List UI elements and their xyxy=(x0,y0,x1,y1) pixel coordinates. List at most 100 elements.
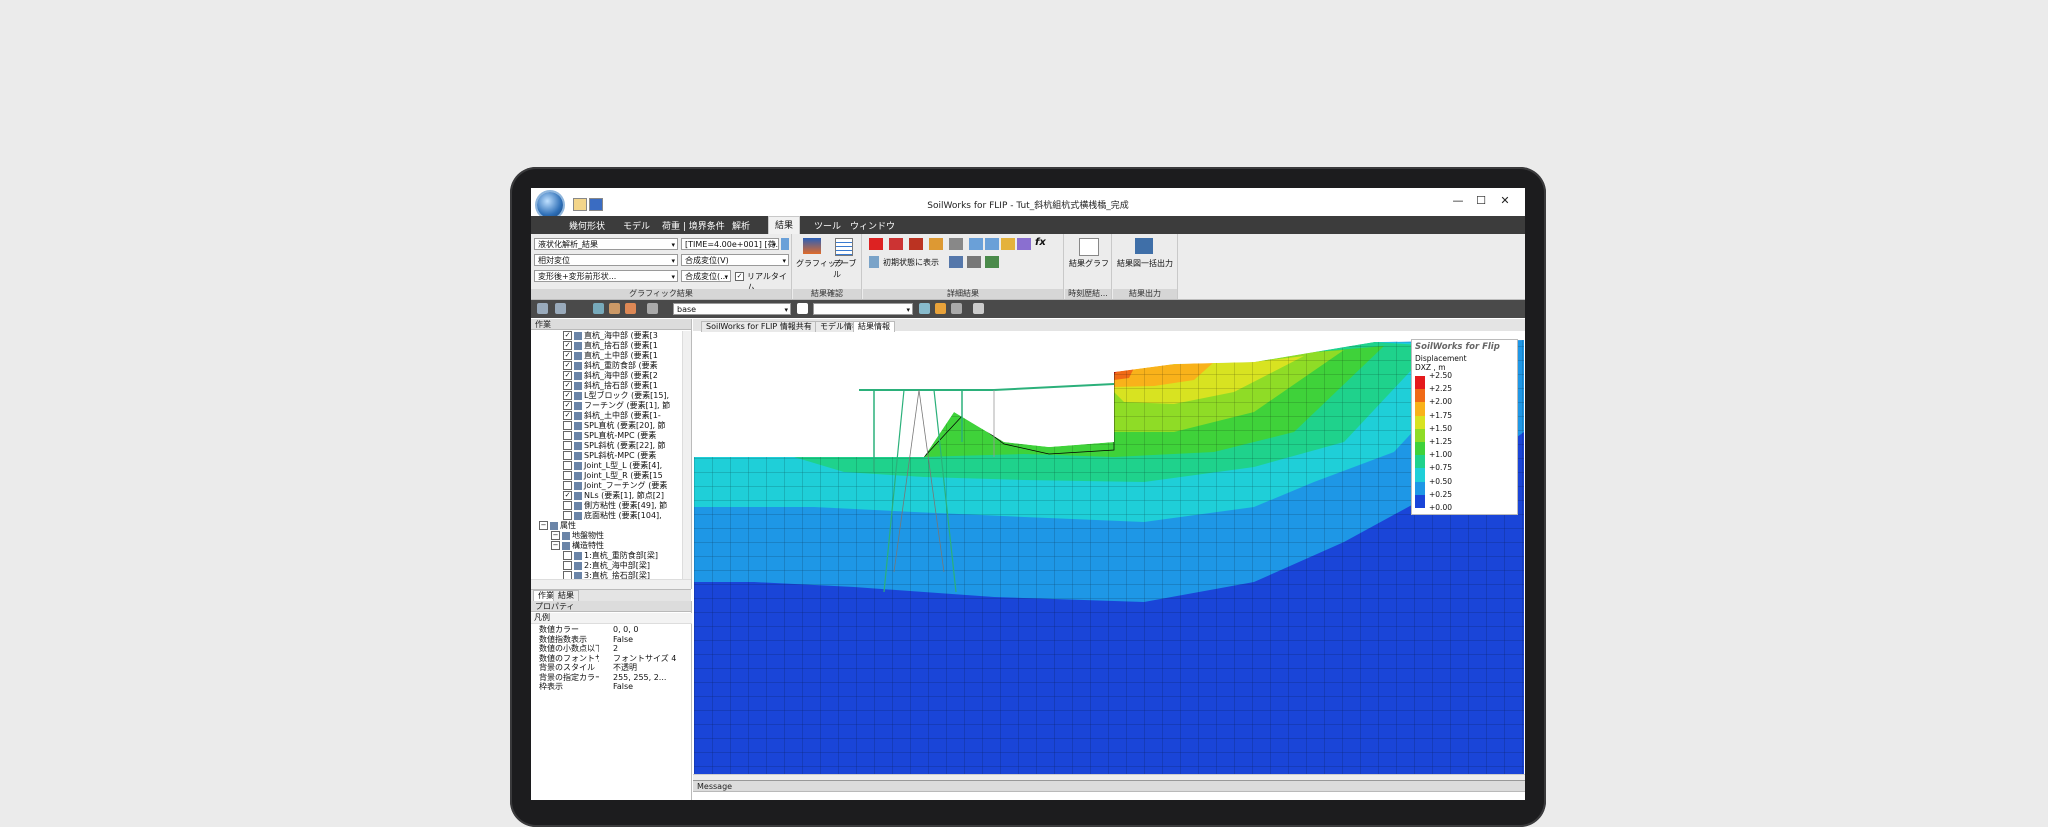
expand-icon[interactable]: − xyxy=(539,521,548,530)
contour-icon[interactable] xyxy=(869,238,883,250)
tree-item-checkbox[interactable]: ✓ xyxy=(563,491,572,500)
property-row[interactable]: 背景のスタイル 不透明 xyxy=(531,663,686,672)
properties-category[interactable]: 凡例 xyxy=(531,613,692,624)
property-value[interactable]: 2 xyxy=(613,644,689,653)
graphic-icon[interactable] xyxy=(803,238,821,254)
menu-load-boundary[interactable]: 荷重 | 境界条件 xyxy=(662,219,725,232)
tree-item[interactable]: − 地盤物性 xyxy=(551,531,604,541)
stress-icon[interactable] xyxy=(929,238,943,250)
tree-item[interactable]: SPL直杭 (要素[20], 節 xyxy=(563,421,666,431)
property-value[interactable]: False xyxy=(613,682,689,691)
analysis-case-select[interactable]: 液状化解析_結果 xyxy=(534,238,678,250)
expand-icon[interactable]: − xyxy=(551,531,560,540)
menu-analysis[interactable]: 解析 xyxy=(732,219,750,232)
section-icon[interactable] xyxy=(949,238,963,250)
tree-item-checkbox[interactable]: ✓ xyxy=(563,331,572,340)
tree-item-checkbox[interactable]: ✓ xyxy=(563,411,572,420)
tree-item[interactable]: ✓ 斜杭_土中部 (要素[1- xyxy=(563,411,661,421)
table-button[interactable]: テーブル xyxy=(833,258,861,280)
vector-icon[interactable] xyxy=(889,238,903,250)
tree-item-checkbox[interactable] xyxy=(563,501,572,510)
time-step-select[interactable]: [TIME=4.00e+001] [荷... xyxy=(681,238,779,250)
tree-item[interactable]: ✓ 斜杭_捨石部 (要素[1 xyxy=(563,381,658,391)
menu-geometry[interactable]: 幾何形状 xyxy=(569,219,605,232)
menu-results[interactable]: 結果 xyxy=(768,216,801,235)
filter-icon[interactable] xyxy=(609,303,620,314)
function-icon[interactable]: fx xyxy=(1035,237,1046,248)
tree-item[interactable]: ✓ L型ブロック (要素[15], xyxy=(563,391,669,401)
expand-icon[interactable]: − xyxy=(551,541,560,550)
tree-item-checkbox[interactable]: ✓ xyxy=(563,391,572,400)
tree-item-checkbox[interactable] xyxy=(563,441,572,450)
view-settings-icon[interactable] xyxy=(797,303,808,314)
close-button[interactable]: ✕ xyxy=(1496,194,1514,208)
tree-item[interactable]: ✓ NLs (要素[1], 節点[2] xyxy=(563,491,664,501)
tree-item[interactable]: ✓ 斜杭_海中部 (要素[2 xyxy=(563,371,658,381)
property-value[interactable]: False xyxy=(613,635,689,644)
result-viewport[interactable]: SoilWorks for Flip Displacement DXZ , m … xyxy=(694,332,1524,774)
menu-model[interactable]: モデル xyxy=(623,219,650,232)
property-row[interactable]: 数値の小数点以下 2 xyxy=(531,644,686,653)
tree-item[interactable]: SPL直杭-MPC (要素 xyxy=(563,431,656,441)
property-row[interactable]: 数値のフォントサイズ フォントサイズ 4 xyxy=(531,654,686,663)
tree-item-checkbox[interactable]: ✓ xyxy=(563,381,572,390)
table-icon[interactable] xyxy=(835,238,853,256)
tree-item[interactable]: 2:直杭_海中部[梁] xyxy=(563,561,650,571)
component2-select[interactable]: 合成変位(... xyxy=(681,270,731,282)
tree-hscrollbar[interactable] xyxy=(531,579,691,589)
menu-window[interactable]: ウィンドウ xyxy=(850,219,895,232)
export-icon[interactable] xyxy=(985,256,999,268)
tree-item[interactable]: SPL斜杭-MPC (要素 xyxy=(563,451,656,461)
tree-item-checkbox[interactable] xyxy=(563,561,572,570)
tree-item[interactable]: ✓ 斜杭_重防食部 (要素 xyxy=(563,361,658,371)
menu-tools[interactable]: ツール xyxy=(814,219,841,232)
tree-item[interactable]: − 属性 xyxy=(539,521,576,531)
select-icon[interactable] xyxy=(593,303,604,314)
tree-item-checkbox[interactable] xyxy=(563,471,572,480)
tree-item-checkbox[interactable]: ✓ xyxy=(563,351,572,360)
graph-icon[interactable] xyxy=(1017,238,1031,250)
tree-item[interactable]: Joint_フーチング (要素 xyxy=(563,481,667,491)
tree-item[interactable]: SPL斜杭 (要素[22], 節 xyxy=(563,441,666,451)
minimize-button[interactable]: — xyxy=(1449,194,1467,208)
tree-item-checkbox[interactable]: ✓ xyxy=(563,401,572,410)
tree-item[interactable]: Joint_L型_L (要素[4], xyxy=(563,461,662,471)
shape-display-select[interactable]: 変形後+変形前形状... xyxy=(534,270,678,282)
display-icon[interactable] xyxy=(625,303,636,314)
probe-icon[interactable] xyxy=(1001,238,1015,250)
initial-state-icon[interactable] xyxy=(869,256,879,268)
capture-icon[interactable] xyxy=(949,256,963,268)
refresh-icon[interactable] xyxy=(973,303,984,314)
print-icon[interactable] xyxy=(967,256,981,268)
tree-item-checkbox[interactable] xyxy=(563,481,572,490)
result-type-select[interactable]: 相対変位 xyxy=(534,254,678,266)
tree-item[interactable]: ✓ 直杭_土中部 (要素[1 xyxy=(563,351,658,361)
realtime-checkbox[interactable]: ✓ xyxy=(735,272,744,281)
tree-item[interactable]: − 構造特性 xyxy=(551,541,604,551)
property-value[interactable]: 255, 255, 2... xyxy=(613,673,689,682)
property-row[interactable]: 背景の指定カラー 255, 255, 2... xyxy=(531,673,686,682)
property-value[interactable]: 不透明 xyxy=(613,663,689,672)
component-select[interactable]: 合成変位(V) xyxy=(681,254,789,266)
bulk-output-icon[interactable] xyxy=(1135,238,1153,254)
tree-item-checkbox[interactable]: ✓ xyxy=(563,341,572,350)
tree-item-checkbox[interactable]: ✓ xyxy=(563,371,572,380)
tree-item[interactable]: 底面粘性 (要素[104], xyxy=(563,511,662,521)
highlight-icon[interactable] xyxy=(935,303,946,314)
tree-item-checkbox[interactable] xyxy=(563,551,572,560)
download-icon[interactable] xyxy=(781,238,789,250)
property-row[interactable]: 枠表示 False xyxy=(531,682,686,691)
tree-item[interactable]: ✓ 直杭_海中部 (要素[3 xyxy=(563,331,658,341)
result-graph-button[interactable]: 結果グラフ xyxy=(1069,258,1109,269)
view-filter-select[interactable] xyxy=(813,303,913,315)
property-value[interactable]: 0, 0, 0 xyxy=(613,625,689,634)
initial-state-button[interactable]: 初期状態に表示 xyxy=(883,257,939,268)
view-select[interactable]: base xyxy=(673,303,791,315)
tree-item-checkbox[interactable] xyxy=(563,451,572,460)
property-row[interactable]: 数値カラー 0, 0, 0 xyxy=(531,625,686,634)
tree-item[interactable]: ✓ フーチング (要素[1], 節 xyxy=(563,401,670,411)
zoom-out-icon[interactable] xyxy=(985,238,999,250)
redo-icon[interactable] xyxy=(555,303,566,314)
tree-item-checkbox[interactable] xyxy=(563,511,572,520)
maximize-button[interactable]: ☐ xyxy=(1472,194,1490,208)
